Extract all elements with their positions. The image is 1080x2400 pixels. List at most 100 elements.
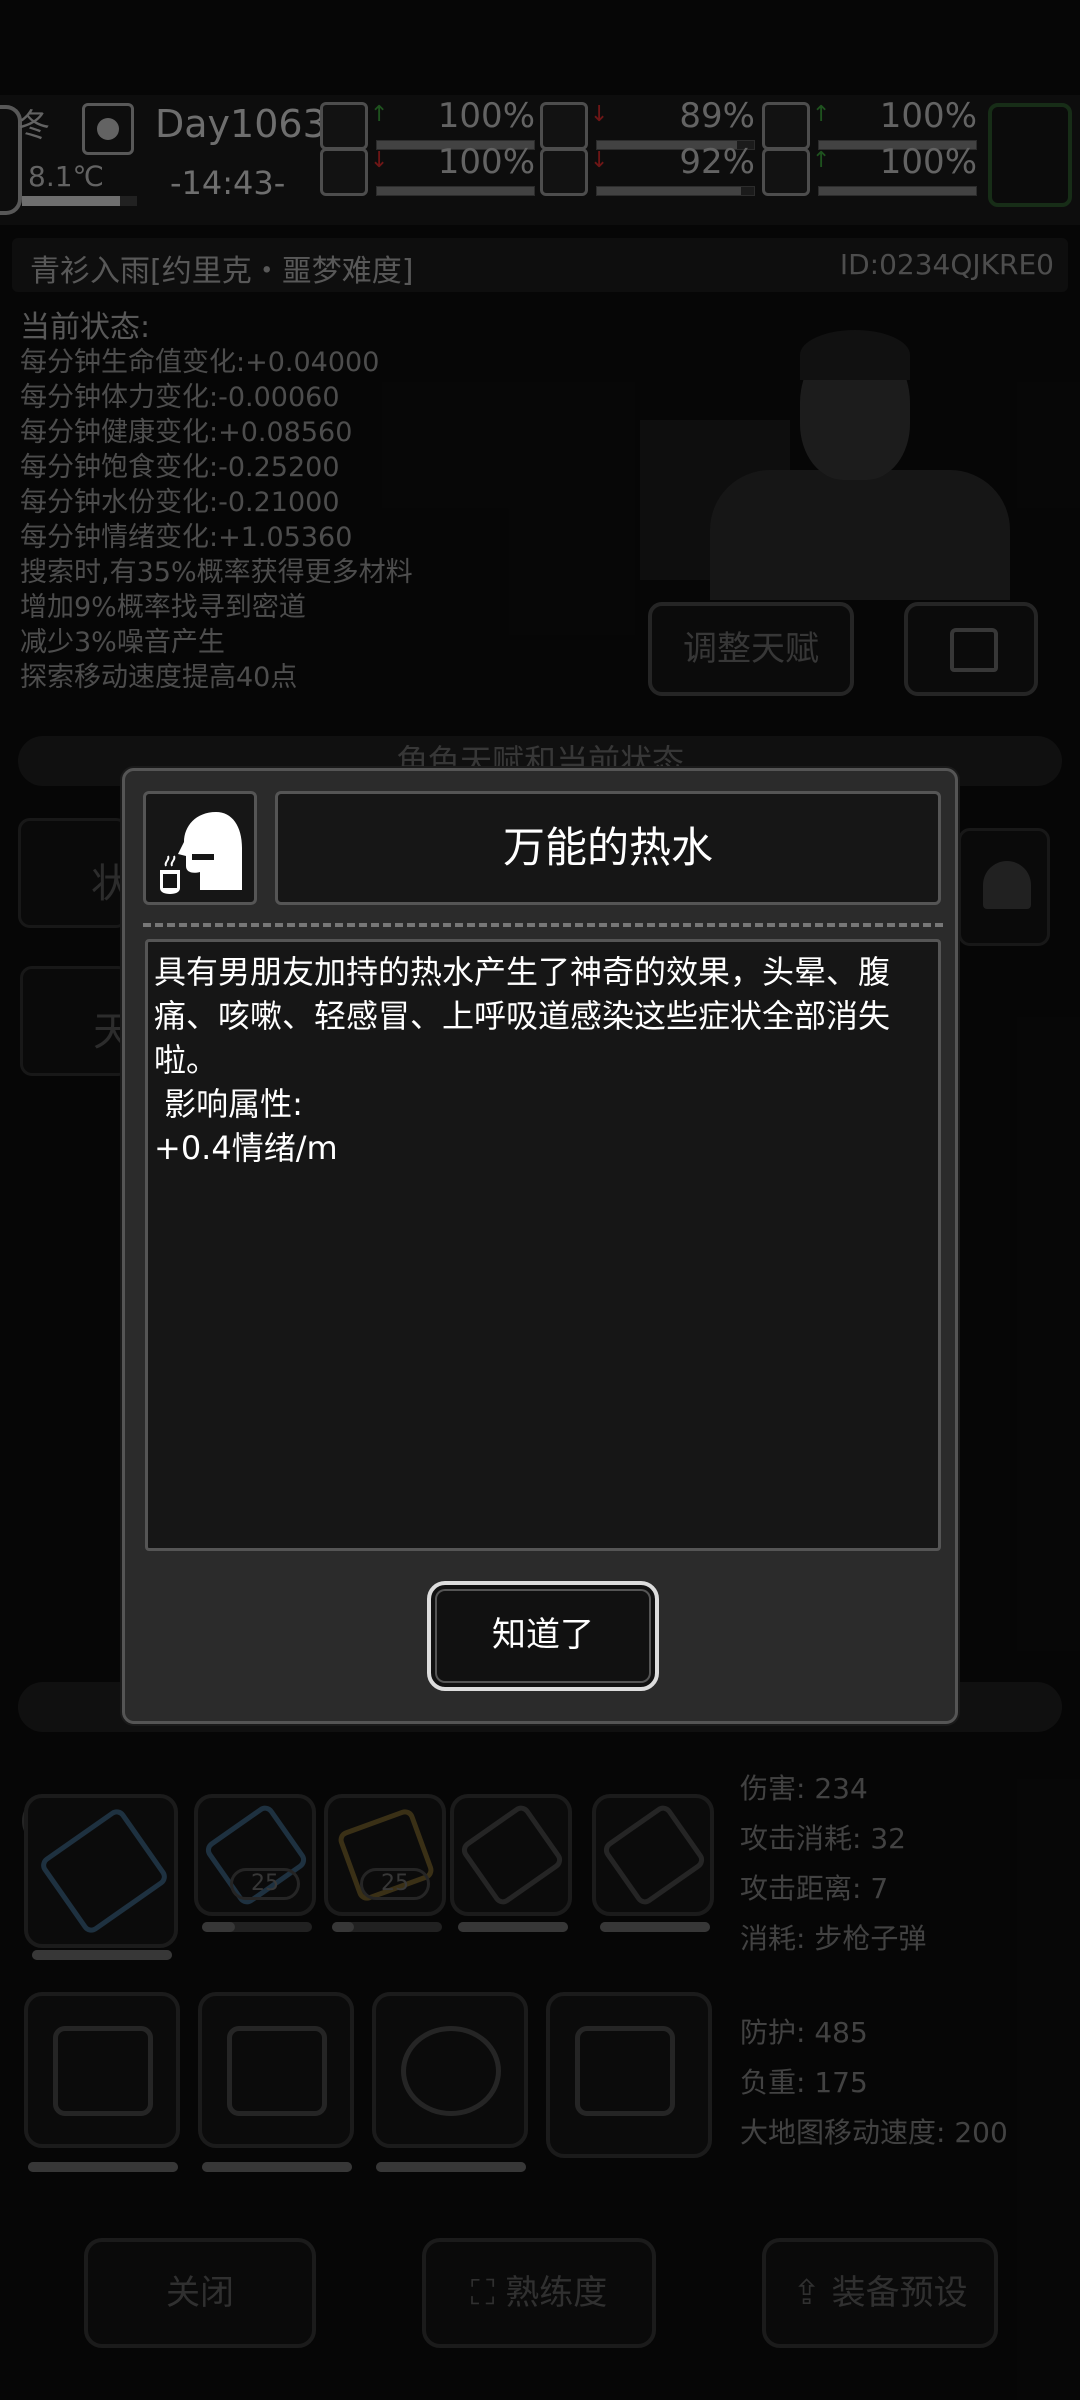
armor-info-line: 负重: 175 <box>740 2066 868 2099</box>
medkit-icon <box>320 102 368 150</box>
armor-slot-backpack-tools[interactable] <box>24 1992 180 2148</box>
stat-value: 100% <box>879 96 977 136</box>
season-label: 冬 <box>18 106 51 144</box>
character-name: 青衫入雨[约里克・噩梦难度] <box>30 254 414 289</box>
modal-description-box: 具有男朋友加持的热水产生了神奇的效果，头晕、腹痛、咳嗽、轻感冒、上呼吸道感染这些… <box>145 939 941 1551</box>
shirt-icon <box>950 628 998 672</box>
confirm-button[interactable]: 知道了 <box>427 1581 659 1691</box>
item-count-badge: 25 <box>360 1868 430 1900</box>
body-armor-icon <box>227 2026 327 2116</box>
trend-up-icon: ↑ <box>370 102 389 127</box>
item-count-badge: 25 <box>230 1868 300 1900</box>
trend-down-icon: ↓ <box>590 102 609 127</box>
stat-boot: ↓ 100% <box>320 142 535 198</box>
change-outfit-button[interactable] <box>904 602 1038 696</box>
minigun-icon <box>37 1805 171 1937</box>
alarm-button[interactable] <box>958 828 1050 946</box>
breath-hot-water-icon <box>160 812 242 894</box>
heart-icon <box>762 148 810 196</box>
trend-down-icon: ↓ <box>590 148 609 173</box>
armor-durability-bar <box>202 2162 352 2172</box>
armor-slot-body-armor[interactable] <box>198 1992 354 2148</box>
stat-bar <box>596 186 755 196</box>
stat-value: 92% <box>679 142 755 182</box>
armor-durability-bar <box>28 2162 178 2172</box>
backpack-tools-icon <box>53 2026 153 2116</box>
weapon-durability-bar <box>32 1950 172 1960</box>
equipment-preset-button[interactable]: ⇪ 装备预设 <box>762 2238 998 2348</box>
stat-value: 100% <box>879 142 977 182</box>
weapon-info-line: 伤害: 234 <box>740 1772 868 1805</box>
weapon-durability-bar <box>458 1922 568 1932</box>
modal-divider <box>143 923 943 927</box>
preset-icon: ⇪ <box>792 2273 832 2313</box>
weapon-durability-bar <box>600 1922 710 1932</box>
stat-value: 89% <box>679 96 755 136</box>
stamina-icon <box>762 102 810 150</box>
status-line: 每分钟水份变化:-0.21000 <box>20 487 340 518</box>
weapon-info: 伤害: 234 攻击消耗: 32 攻击距离: 7 消耗: 步枪子弹 <box>740 1764 926 1964</box>
weapon-slot-minigun[interactable] <box>24 1794 178 1948</box>
armor-info-line: 大地图移动速度: 200 <box>740 2116 1008 2149</box>
adjust-talent-button[interactable]: 调整天赋 <box>648 602 854 696</box>
status-title: 当前状态: <box>20 310 151 345</box>
weapon-info-line: 消耗: 步枪子弹 <box>740 1922 927 1955</box>
modal-attr-value: +0.4情绪/m <box>154 1129 338 1167</box>
status-line: 每分钟健康变化:+0.08560 <box>20 417 353 448</box>
boot-icon <box>320 148 368 196</box>
hud-menu-button[interactable] <box>988 103 1072 207</box>
vehicle-icon <box>575 2026 675 2116</box>
modal-title-box: 万能的热水 <box>275 791 941 905</box>
modal-description: 具有男朋友加持的热水产生了神奇的效果，头晕、腹痛、咳嗽、轻感冒、上呼吸道感染这些… <box>154 953 891 1079</box>
siren-icon <box>983 861 1031 909</box>
status-line: 减少3%噪音产生 <box>20 627 225 658</box>
flashlight-icon <box>600 1801 708 1909</box>
proficiency-button[interactable]: ⛶ 熟练度 <box>422 2238 656 2348</box>
stat-value: 100% <box>437 96 535 136</box>
status-line: 探索移动速度提高40点 <box>20 662 298 693</box>
trend-down-icon: ↓ <box>370 148 389 173</box>
armor-durability-bar <box>376 2162 526 2172</box>
weapon-durability-bar <box>202 1922 312 1932</box>
armor-info-line: 防护: 485 <box>740 2016 868 2049</box>
stomach-icon <box>540 102 588 150</box>
status-line: 每分钟生命值变化:+0.04000 <box>20 347 380 378</box>
stat-value: 100% <box>437 142 535 182</box>
armor-slot-vehicle[interactable] <box>546 1992 712 2158</box>
character-portrait <box>640 320 1060 600</box>
weapon-info-line: 攻击消耗: 32 <box>740 1822 906 1855</box>
helmet-icon <box>401 2026 501 2116</box>
stat-bar <box>818 186 977 196</box>
close-button[interactable]: 关闭 <box>84 2238 316 2348</box>
armor-info: 防护: 485 负重: 175 大地图移动速度: 200 <box>740 2008 1008 2158</box>
status-line: 搜索时,有35%概率获得更多材料 <box>20 557 413 588</box>
stat-water: ↓ 92% <box>540 142 755 198</box>
weapon-info-line: 攻击距离: 7 <box>740 1872 889 1905</box>
weapon-slot-ammo-belt[interactable]: 25 <box>324 1794 446 1916</box>
modal-title: 万能的热水 <box>502 823 713 872</box>
current-status-block: 当前状态: 每分钟生命值变化:+0.04000 每分钟体力变化:-0.00060 每… <box>20 310 660 695</box>
armor-slot-helmet[interactable] <box>372 1992 528 2148</box>
preset-label: 装备预设 <box>831 2273 968 2313</box>
weapon-slot-fist[interactable] <box>450 1794 572 1916</box>
day-counter: Day1063 <box>155 102 327 146</box>
weapon-slot-rifle[interactable]: 25 <box>194 1794 316 1916</box>
stat-bar <box>376 186 535 196</box>
stat-heart: ↑ 100% <box>762 142 977 198</box>
weapon-slot-flashlight[interactable] <box>592 1794 714 1916</box>
temperature-label: 8.1℃ <box>28 160 104 193</box>
proficiency-label: 熟练度 <box>505 2273 608 2313</box>
water-icon <box>540 148 588 196</box>
status-line: 增加9%概率找寻到密道 <box>20 592 306 623</box>
trend-up-icon: ↑ <box>812 102 831 127</box>
weapon-durability-bar <box>332 1922 442 1932</box>
trend-up-icon: ↑ <box>812 148 831 173</box>
sun-icon <box>82 103 134 155</box>
modal-attr-label: 影响属性: <box>154 1085 303 1123</box>
talent-tab-button[interactable]: 天 <box>20 966 133 1076</box>
status-line: 每分钟体力变化:-0.00060 <box>20 382 340 413</box>
status-tab-button[interactable]: 状 <box>18 818 131 928</box>
temperature-bar <box>22 196 137 206</box>
character-id: ID:0234QJKRE0 <box>839 248 1054 281</box>
clock-label: -14:43- <box>170 164 286 202</box>
